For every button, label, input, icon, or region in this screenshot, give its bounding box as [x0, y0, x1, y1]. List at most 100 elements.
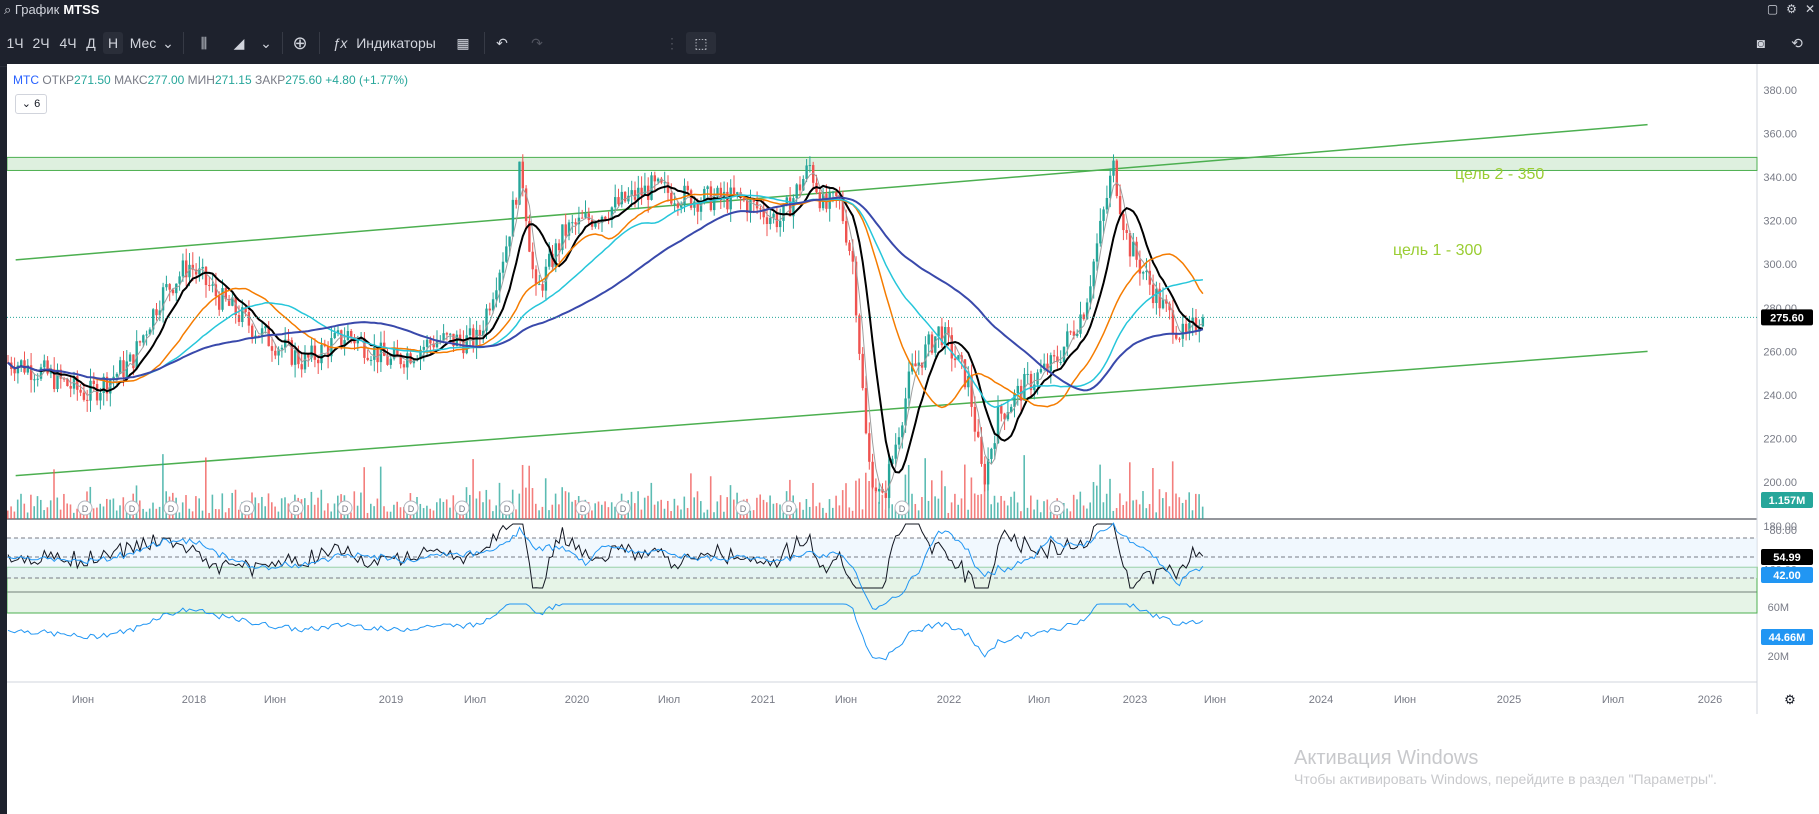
- volume-bar: [304, 498, 306, 519]
- candle-body: [808, 165, 812, 167]
- volume-bar: [472, 459, 474, 519]
- candle-body: [13, 368, 16, 374]
- volume-bar: [719, 495, 722, 519]
- dividend-marker: D: [894, 500, 910, 516]
- volume-bar: [350, 512, 352, 519]
- candle-body: [468, 328, 472, 336]
- volume-bar: [36, 496, 39, 519]
- candle-body: [574, 222, 577, 225]
- camera-icon[interactable]: ◙: [1750, 32, 1772, 54]
- volume-bar: [16, 499, 19, 519]
- redo-icon[interactable]: ↷: [526, 32, 548, 54]
- rsi-badge-text: 54.99: [1773, 552, 1801, 564]
- dividend-marker: D: [163, 500, 179, 516]
- volume-bar: [261, 496, 263, 519]
- volume-bar: [841, 490, 844, 519]
- volume-bar: [660, 499, 662, 519]
- volume-bar: [178, 512, 181, 519]
- volume-bar: [109, 499, 111, 519]
- search-icon[interactable]: ⌕: [4, 2, 11, 17]
- templates-grid-icon[interactable]: ▦: [452, 32, 474, 54]
- volume-bar: [944, 486, 946, 519]
- volume-bar: [439, 498, 441, 519]
- volume-bar: [1115, 508, 1118, 519]
- last-price-badge-text: 275.60: [1770, 312, 1804, 324]
- dividend-letter: D: [293, 504, 300, 514]
- last-price-badge: 275.60: [1761, 309, 1813, 326]
- candle-body: [1118, 196, 1122, 215]
- volume-bar: [1142, 491, 1144, 519]
- close-icon[interactable]: ✕: [1805, 2, 1815, 16]
- interval-day[interactable]: Д: [83, 32, 99, 54]
- chevron-down-icon[interactable]: ⌄: [162, 32, 174, 54]
- volume-bar: [363, 467, 365, 519]
- volume-bar: [1138, 504, 1141, 519]
- volume-bar: [7, 510, 9, 519]
- candle-body: [122, 360, 125, 378]
- price-chart[interactable]: D D D D D D D D D D D D D D D 380.00 360.00 340.00 320.00 3…: [7, 64, 1819, 814]
- volume-bar: [1000, 495, 1002, 519]
- candle-body: [237, 315, 241, 322]
- volume-bar: [26, 512, 29, 519]
- volume-bar: [881, 494, 884, 519]
- volume-bar: [102, 506, 105, 519]
- chart-area[interactable]: D D D D D D D D D D D D D D D 380.00 360.00 340.00 320.00 3…: [7, 64, 1819, 814]
- time-tick-label: 2018: [182, 694, 206, 706]
- volume-bar: [927, 500, 930, 519]
- drag-handle-icon[interactable]: ⋮: [664, 32, 680, 54]
- candle-body: [564, 224, 567, 236]
- dividend-letter: D: [244, 504, 251, 514]
- volume-bar: [1006, 505, 1009, 519]
- ohlc-legend: МТС ОТКР271.50 МАКС277.00 МИН271.15 ЗАКР…: [13, 73, 409, 87]
- gear-icon[interactable]: ⚙: [1786, 2, 1797, 16]
- candles-icon[interactable]: ⫼: [193, 32, 215, 54]
- candle-body: [874, 487, 878, 492]
- time-tick-label: 2022: [937, 694, 961, 706]
- select-area-icon[interactable]: ⬚: [686, 32, 716, 54]
- volume-bar: [884, 509, 887, 519]
- area-chart-icon[interactable]: ◢: [228, 32, 250, 54]
- indicators-collapse-button[interactable]: ⌄ 6: [15, 94, 47, 114]
- compare-add-icon[interactable]: ⊕: [289, 32, 311, 54]
- trend-line: [15, 350, 1648, 477]
- target-2-label: цель 2 - 350: [1455, 166, 1545, 183]
- publish-icon[interactable]: ⟲: [1786, 32, 1808, 54]
- volume-bar: [1188, 492, 1190, 519]
- time-tick-label: Июл: [658, 694, 680, 706]
- volume-bar: [858, 478, 860, 519]
- candle-body: [686, 185, 689, 191]
- volume-bar: [181, 502, 184, 519]
- candle-body: [1178, 338, 1181, 340]
- volume-bar: [419, 503, 422, 519]
- chevron-down-icon[interactable]: ⌄: [260, 32, 272, 54]
- rsi-tick-label: 80.00: [1769, 525, 1797, 537]
- volume-bar: [1036, 499, 1039, 519]
- volume-bar: [564, 491, 567, 519]
- volume-bar: [422, 508, 425, 519]
- indicators-button[interactable]: Индикаторы: [356, 32, 436, 54]
- candle-body: [82, 392, 86, 400]
- interval-month[interactable]: Мес: [127, 32, 159, 54]
- undo-icon[interactable]: ↶: [491, 32, 513, 54]
- interval-4h[interactable]: 4Ч: [56, 32, 80, 54]
- volume-bar: [947, 512, 950, 519]
- time-tick-label: Июн: [1394, 694, 1416, 706]
- time-tick-label: Июл: [1028, 694, 1050, 706]
- dividend-marker: D: [499, 500, 515, 516]
- interval-2h[interactable]: 2Ч: [29, 32, 53, 54]
- watermark-text: Чтобы активировать Windows, перейдите в …: [1294, 771, 1717, 787]
- candle-body: [887, 464, 891, 498]
- volume-bar: [766, 502, 768, 519]
- volume-bar: [855, 480, 857, 519]
- candle-body: [798, 184, 802, 191]
- volume-bar: [1129, 462, 1131, 519]
- interval-1h[interactable]: 1Ч: [4, 32, 26, 54]
- volume-bar: [205, 457, 207, 519]
- restore-icon[interactable]: ▢: [1767, 2, 1778, 16]
- candle-body: [478, 329, 482, 336]
- volume-bar: [330, 511, 332, 519]
- candle-body: [845, 221, 848, 243]
- interval-week[interactable]: Н: [103, 32, 123, 54]
- function-icon[interactable]: ƒx: [331, 32, 349, 54]
- candle-body: [1039, 369, 1043, 373]
